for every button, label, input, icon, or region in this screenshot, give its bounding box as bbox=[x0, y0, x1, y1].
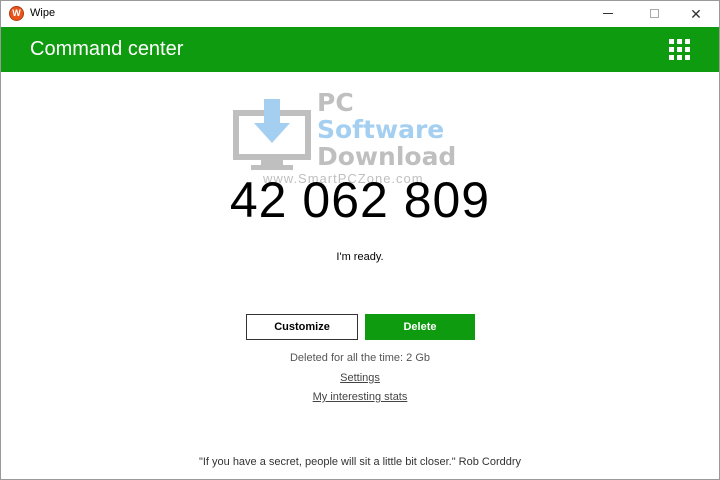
settings-link-row: Settings bbox=[1, 372, 719, 384]
watermark-line-2: Software bbox=[317, 115, 445, 144]
stats-link[interactable]: My interesting stats bbox=[313, 391, 408, 403]
stats-link-row: My interesting stats bbox=[1, 391, 719, 403]
delete-button[interactable]: Delete bbox=[365, 314, 475, 340]
deleted-total-text: Deleted for all the time: 2 Gb bbox=[289, 352, 430, 364]
wipe-app-icon: W bbox=[9, 6, 24, 21]
window-title: Wipe bbox=[30, 7, 56, 19]
title-bar[interactable]: W Wipe ✕ bbox=[1, 1, 719, 26]
close-button[interactable]: ✕ bbox=[673, 1, 719, 26]
page-title: Command center bbox=[30, 38, 184, 60]
header-bar: Command center bbox=[1, 27, 719, 72]
customize-button[interactable]: Customize bbox=[246, 314, 358, 340]
monitor-download-icon bbox=[233, 99, 311, 170]
quote-text: "If you have a secret, people will sit a… bbox=[198, 456, 522, 468]
grid-menu-icon[interactable] bbox=[669, 39, 692, 60]
app-window: W Wipe ✕ Command center PC Software Down bbox=[0, 0, 720, 480]
minimize-button[interactable] bbox=[585, 1, 631, 26]
status-text: I'm ready. bbox=[336, 251, 384, 263]
wiped-counter: 42 062 809 bbox=[229, 172, 491, 228]
close-icon: ✕ bbox=[690, 5, 702, 22]
maximize-icon bbox=[649, 9, 659, 18]
watermark-line-1: PC bbox=[317, 88, 354, 117]
minimize-icon bbox=[603, 13, 613, 14]
settings-link[interactable]: Settings bbox=[340, 372, 380, 384]
watermark-line-3: Download bbox=[317, 142, 457, 171]
maximize-button[interactable] bbox=[631, 1, 677, 26]
